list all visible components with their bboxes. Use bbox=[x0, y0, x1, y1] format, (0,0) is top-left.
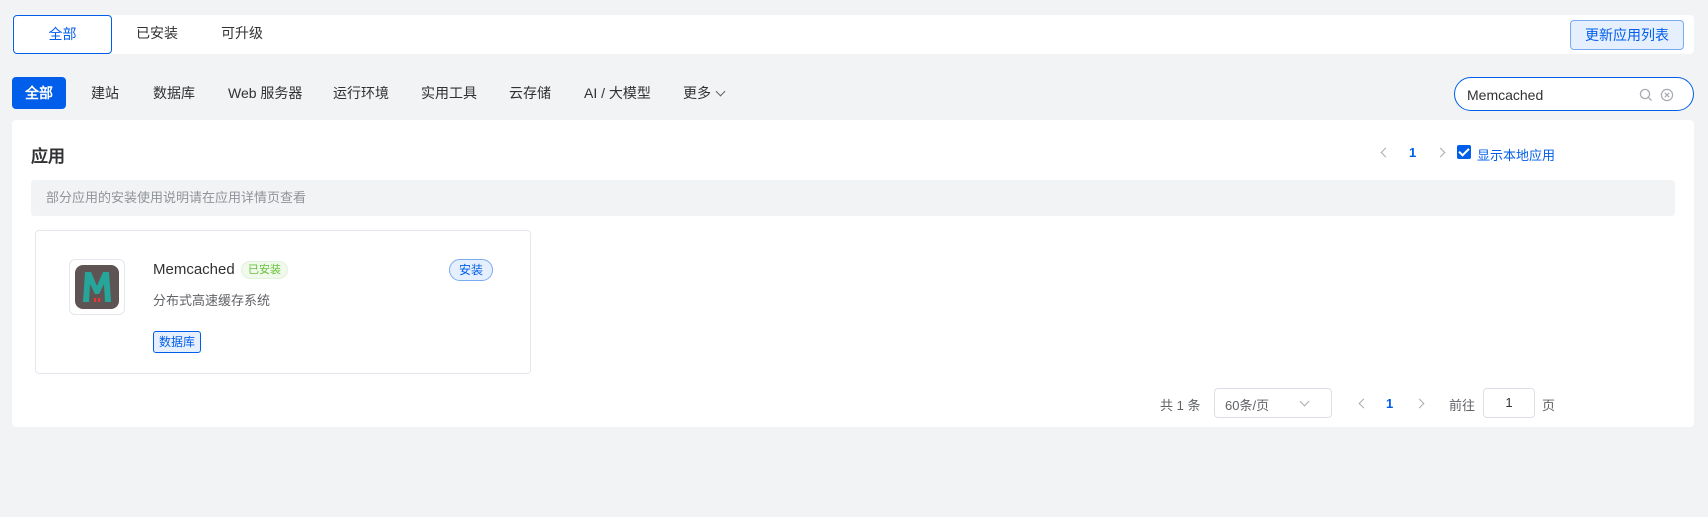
chevron-down-icon bbox=[1299, 396, 1310, 407]
clear-icon[interactable] bbox=[1660, 88, 1674, 102]
app-card[interactable]: Memcached 已安装 安装 分布式高速缓存系统 数据库 bbox=[35, 230, 531, 374]
memcached-logo-icon bbox=[75, 265, 119, 309]
show-local-label[interactable]: 显示本地应用 bbox=[1477, 145, 1555, 164]
category-runtime[interactable]: 运行环境 bbox=[333, 77, 389, 109]
page-size-value: 60条/页 bbox=[1225, 398, 1270, 413]
category-all[interactable]: 全部 bbox=[12, 77, 66, 109]
search-input[interactable] bbox=[1465, 84, 1634, 106]
panel-title: 应用 bbox=[31, 147, 65, 166]
app-logo bbox=[69, 259, 125, 315]
installed-badge: 已安装 bbox=[241, 261, 288, 279]
search-box[interactable] bbox=[1454, 77, 1694, 111]
goto-label: 前往 bbox=[1449, 398, 1476, 413]
category-cloud-storage[interactable]: 云存储 bbox=[509, 77, 551, 109]
next-page-icon[interactable] bbox=[1435, 147, 1446, 158]
total-count: 共 1 条 bbox=[1160, 398, 1201, 413]
category-tools[interactable]: 实用工具 bbox=[421, 77, 477, 109]
app-name[interactable]: Memcached bbox=[153, 261, 235, 278]
page-suffix: 页 bbox=[1542, 398, 1556, 413]
category-database[interactable]: 数据库 bbox=[153, 77, 195, 109]
status-tab-bar: 全部 已安装 可升级 更新应用列表 bbox=[12, 15, 1694, 54]
notice-bar: 部分应用的安装使用说明请在应用详情页查看 bbox=[31, 180, 1675, 216]
category-ai[interactable]: AI / 大模型 bbox=[584, 77, 651, 109]
search-icon[interactable] bbox=[1639, 88, 1653, 102]
bottom-prev-page-icon[interactable] bbox=[1358, 398, 1369, 409]
category-more-label: 更多 bbox=[683, 85, 711, 101]
goto-page-input[interactable]: 1 bbox=[1483, 388, 1535, 418]
show-local-checkbox[interactable] bbox=[1457, 145, 1471, 159]
category-more[interactable]: 更多 bbox=[683, 77, 726, 109]
category-website[interactable]: 建站 bbox=[91, 77, 119, 109]
tab-installed[interactable]: 已安装 bbox=[117, 15, 197, 52]
bottom-next-page-icon[interactable] bbox=[1414, 398, 1425, 409]
category-web-server[interactable]: Web 服务器 bbox=[228, 77, 302, 109]
top-current-page[interactable]: 1 bbox=[1409, 145, 1416, 160]
install-button[interactable]: 安装 bbox=[449, 259, 493, 281]
prev-page-icon[interactable] bbox=[1380, 147, 1391, 158]
tab-all[interactable]: 全部 bbox=[13, 15, 112, 54]
app-tag-database[interactable]: 数据库 bbox=[153, 331, 202, 353]
tab-upgradable[interactable]: 可升级 bbox=[202, 15, 282, 52]
bottom-current-page[interactable]: 1 bbox=[1386, 396, 1393, 411]
app-description: 分布式高速缓存系统 bbox=[153, 293, 271, 308]
page-size-select[interactable]: 60条/页 bbox=[1214, 388, 1332, 418]
update-app-list-button[interactable]: 更新应用列表 bbox=[1570, 20, 1684, 50]
app-panel: 应用 1 显示本地应用 部分应用的安装使用说明请在应用详情页查看 Memcach… bbox=[12, 120, 1694, 427]
chevron-down-icon bbox=[715, 86, 726, 97]
